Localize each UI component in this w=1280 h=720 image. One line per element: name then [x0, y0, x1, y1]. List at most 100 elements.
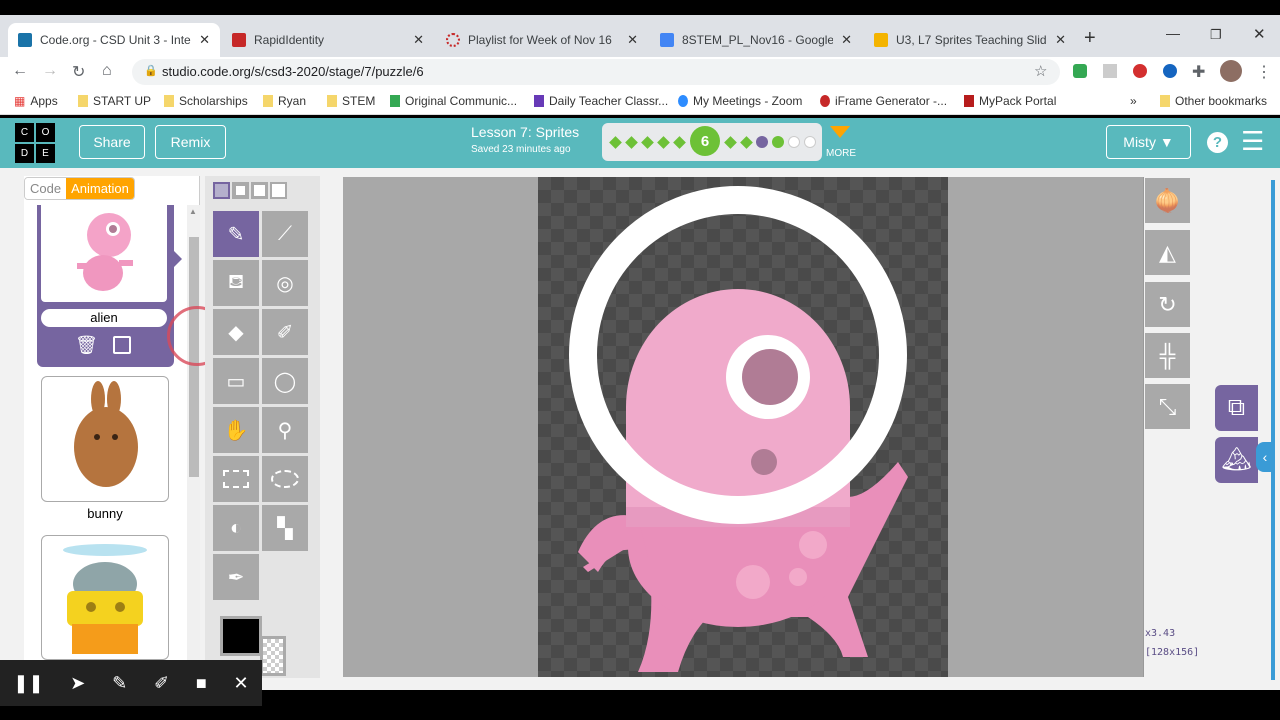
resize-icon[interactable]: ⤡	[1145, 384, 1190, 429]
url-input[interactable]: 🔒 studio.code.org/s/csd3-2020/stage/7/puz…	[132, 59, 1060, 85]
image-import-icon[interactable]: 🏔	[1215, 437, 1258, 483]
animation-card-robot[interactable]	[41, 535, 169, 660]
ellipse-tool[interactable]: ◯	[262, 358, 308, 404]
hand-tool[interactable]: ✋	[213, 407, 259, 453]
tab-codeorg[interactable]: Code.org - CSD Unit 3 - Interac ✕	[8, 23, 220, 57]
extension-icon[interactable]	[1133, 64, 1147, 78]
level-12[interactable]	[804, 136, 816, 148]
sprite-canvas[interactable]	[538, 177, 948, 677]
brush-size-4[interactable]	[270, 182, 287, 199]
bookmark-apps[interactable]: ▦ Apps	[14, 94, 58, 108]
bookmarks-overflow[interactable]: »	[1130, 94, 1137, 108]
tab-slides[interactable]: U3, L7 Sprites Teaching Slides ✕	[864, 23, 1076, 57]
lesson-title[interactable]: Lesson 7: Sprites	[471, 124, 579, 140]
paint-bucket-tool[interactable]: ⛾	[213, 260, 259, 306]
secondary-color-swatch[interactable]	[260, 636, 286, 676]
level-5[interactable]	[673, 136, 686, 149]
bookmark-item[interactable]: START UP	[78, 94, 151, 108]
level-10[interactable]	[772, 136, 784, 148]
bookmark-item[interactable]: MyPack Portal	[964, 94, 1056, 108]
extension-icon[interactable]	[1103, 64, 1117, 78]
other-bookmarks[interactable]: Other bookmarks	[1160, 94, 1267, 108]
remix-button[interactable]: Remix	[155, 125, 226, 159]
level-8[interactable]	[740, 136, 753, 149]
minimize-button[interactable]: —	[1166, 25, 1180, 41]
level-3[interactable]	[641, 136, 654, 149]
crop-icon[interactable]: ╬	[1145, 333, 1190, 378]
bookmark-item[interactable]: iFrame Generator -...	[820, 94, 947, 108]
animation-list-scrollbar[interactable]: ▲	[187, 205, 200, 665]
selected-animation-card[interactable]: alien 🗑	[37, 205, 174, 367]
duplicate-icon[interactable]	[113, 336, 131, 354]
brush-size-3[interactable]	[251, 182, 268, 199]
new-tab-button[interactable]: +	[1084, 27, 1096, 50]
camera-icon[interactable]: ■	[196, 673, 207, 694]
pencil-tool[interactable]: ✎	[213, 211, 259, 257]
rectangle-select-tool[interactable]	[213, 456, 259, 502]
bookmark-item[interactable]: Scholarships	[164, 94, 248, 108]
bookmark-item[interactable]: Original Communic...	[390, 94, 517, 108]
level-7[interactable]	[724, 136, 737, 149]
checker-tool[interactable]: ▚	[262, 505, 308, 551]
rectangle-tool[interactable]: ▭	[213, 358, 259, 404]
codeorg-logo[interactable]: CODE	[15, 123, 55, 163]
user-menu[interactable]: Misty ▼	[1106, 125, 1191, 159]
share-button[interactable]: Share	[79, 125, 145, 159]
more-link[interactable]: MORE	[826, 148, 856, 159]
close-tab-icon[interactable]: ✕	[413, 32, 424, 48]
extension-icon[interactable]	[1073, 64, 1087, 78]
close-tab-icon[interactable]: ✕	[1055, 32, 1066, 48]
chrome-menu-icon[interactable]: ⋮	[1256, 62, 1272, 82]
scroll-up-arrow[interactable]: ▲	[189, 207, 197, 216]
close-recording-icon[interactable]: ✕	[233, 673, 248, 694]
tab-google-doc[interactable]: 8STEM_PL_Nov16 - Google Do ✕	[650, 23, 862, 57]
magic-wand-tool[interactable]: ⚲	[262, 407, 308, 453]
back-icon[interactable]: ←	[12, 62, 28, 80]
brush-size-2[interactable]	[232, 182, 249, 199]
pointer-icon[interactable]: ➤	[70, 673, 85, 694]
close-tab-icon[interactable]: ✕	[627, 32, 638, 48]
tab-playlist[interactable]: Playlist for Week of Nov 16 ✕	[436, 23, 648, 57]
bookmark-item[interactable]: STEM	[327, 94, 375, 108]
animation-name-input[interactable]: alien	[41, 309, 167, 327]
code-tab[interactable]: Code	[25, 178, 67, 199]
lasso-select-tool[interactable]	[262, 456, 308, 502]
onion-skin-icon[interactable]: 🧅	[1145, 178, 1190, 223]
extension-icon[interactable]	[1163, 64, 1177, 78]
profile-avatar[interactable]	[1220, 60, 1242, 82]
animation-card-bunny[interactable]	[41, 376, 169, 502]
eyedropper-tool[interactable]: ✒	[213, 554, 259, 600]
lighten-darken-tool[interactable]: ◐	[213, 505, 259, 551]
current-level[interactable]: 6	[690, 126, 720, 156]
level-2[interactable]	[625, 136, 638, 149]
pause-icon[interactable]: ❚❚	[13, 673, 43, 694]
level-11[interactable]	[788, 136, 800, 148]
animation-tab[interactable]: Animation	[66, 178, 134, 199]
level-9[interactable]	[756, 136, 768, 148]
primary-color-swatch[interactable]	[220, 616, 262, 656]
level-1[interactable]	[609, 136, 622, 149]
bookmark-star-icon[interactable]: ☆	[1034, 62, 1047, 80]
hamburger-menu-icon[interactable]: ☰	[1241, 126, 1264, 157]
help-icon[interactable]: ?	[1207, 132, 1228, 153]
trash-icon[interactable]: 🗑	[75, 335, 98, 356]
line-tool[interactable]: ⟋	[262, 211, 308, 257]
pen-icon[interactable]: ✎	[112, 673, 127, 694]
pen-tool[interactable]: ✐	[262, 309, 308, 355]
brush-size-1[interactable]	[213, 182, 230, 199]
reload-icon[interactable]: ↻	[72, 62, 85, 82]
forward-icon[interactable]: →	[42, 62, 58, 80]
more-arrow-icon[interactable]	[830, 126, 850, 138]
bookmark-item[interactable]: Ryan	[263, 94, 306, 108]
rotate-icon[interactable]: ↻	[1145, 282, 1190, 327]
level-4[interactable]	[657, 136, 670, 149]
fill-pattern-tool[interactable]: ◎	[262, 260, 308, 306]
close-tab-icon[interactable]: ✕	[199, 32, 210, 48]
close-window-button[interactable]: ✕	[1253, 25, 1266, 43]
eraser-tool[interactable]: ◆	[213, 309, 259, 355]
close-tab-icon[interactable]: ✕	[841, 32, 852, 48]
restore-button[interactable]: ❐	[1210, 27, 1222, 43]
flip-horizontal-icon[interactable]: ◭	[1145, 230, 1190, 275]
expand-icon[interactable]: ⧉	[1215, 385, 1258, 431]
tab-rapididentity[interactable]: RapidIdentity ✕	[222, 23, 434, 57]
